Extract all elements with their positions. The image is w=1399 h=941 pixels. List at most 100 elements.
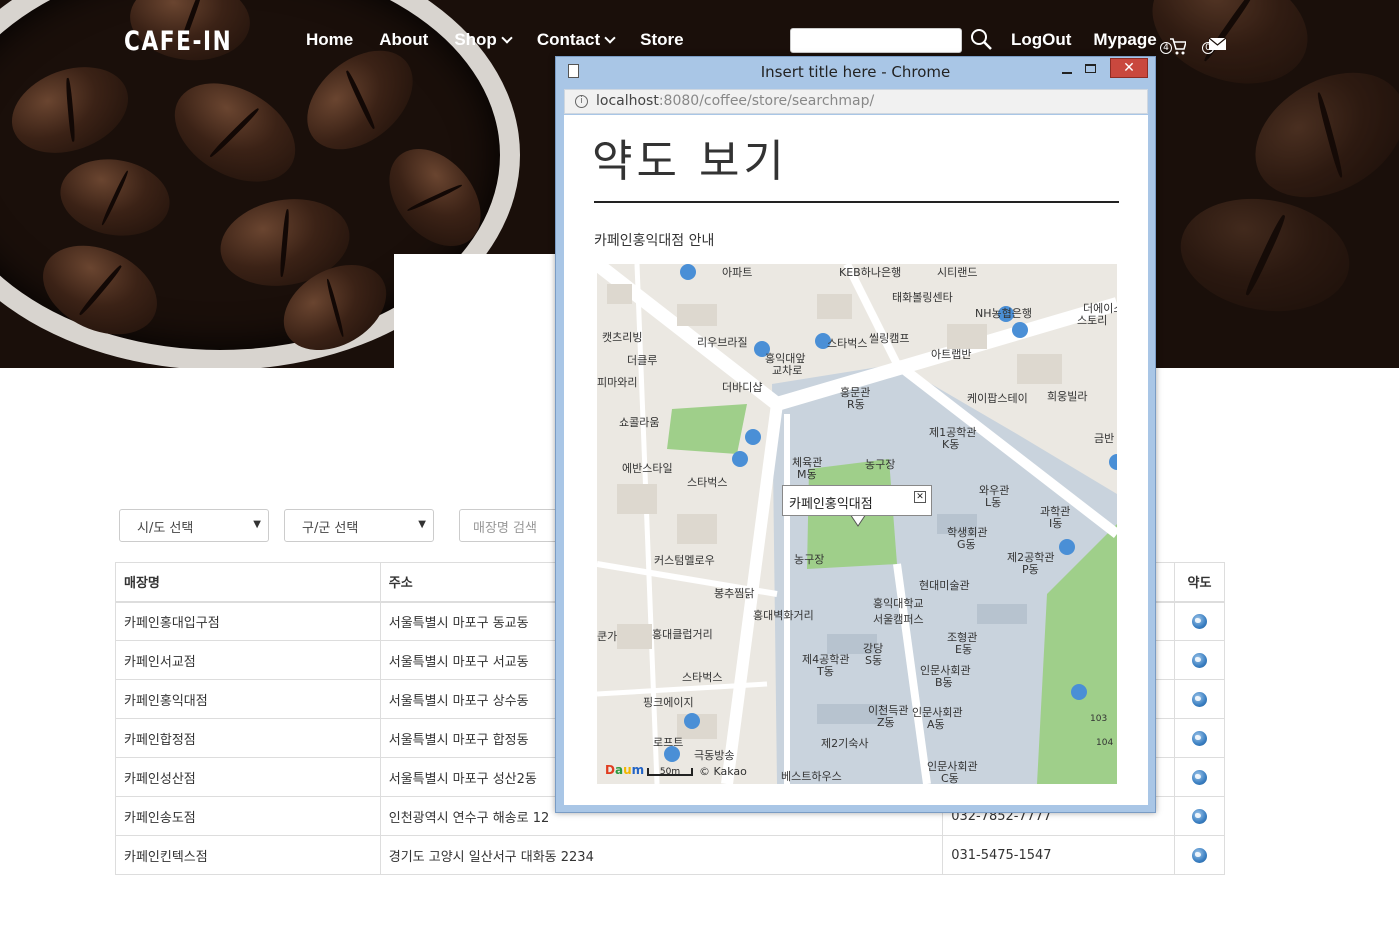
map-label: 홍익대학교 (873, 597, 924, 610)
maximize-button[interactable] (1085, 64, 1096, 73)
map-label: K동 (942, 438, 960, 451)
map-label: R동 (847, 398, 865, 411)
address-bar[interactable]: i localhost:8080/coffee/store/searchmap/ (564, 89, 1148, 114)
store-map[interactable]: KEB하나은행 태화볼링센타 NH농협은행 더에이스 스토리 캣츠리빙 리우브라… (597, 264, 1117, 784)
map-copyright: © Kakao (699, 765, 747, 778)
map-label: 농구장 (794, 553, 825, 566)
globe-icon[interactable] (1192, 847, 1207, 863)
map-label: 극동방송 (694, 749, 735, 762)
url-path: :8080/coffee/store/searchmap/ (658, 93, 875, 109)
store-address: 경기도 고양시 일산서구 대화동 2234 (379, 835, 944, 875)
close-icon[interactable]: ✕ (914, 491, 926, 503)
globe-icon[interactable] (1192, 730, 1207, 746)
nav-contact[interactable]: Contact (537, 30, 616, 50)
title-divider (594, 201, 1119, 203)
site-logo[interactable]: CAFE-IN (124, 26, 232, 57)
map-popup-window: Insert title here - Chrome ✕ i localhost:… (555, 56, 1156, 813)
close-button[interactable]: ✕ (1110, 58, 1148, 78)
store-name: 카페인홍익대점 (115, 679, 381, 719)
map-label: 캣츠리빙 (602, 331, 643, 344)
map-label: 시티랜드 (937, 266, 978, 279)
daum-logo: Daum (605, 763, 645, 777)
close-icon: ✕ (1123, 60, 1135, 76)
map-label: 홍대클럽거리 (652, 628, 713, 641)
user-links: LogOut Mypage (1011, 30, 1179, 50)
map-label: 홍대벽화거리 (753, 609, 814, 622)
map-label: 베스트하우스 (781, 770, 842, 783)
store-name: 카페인합정점 (115, 718, 381, 758)
map-label: KEB하나은행 (839, 266, 902, 279)
table-row: 카페인킨텍스점 경기도 고양시 일산서구 대화동 2234 031-5475-1… (115, 835, 1225, 875)
map-label: B동 (935, 676, 953, 689)
map-label: A동 (927, 718, 945, 731)
map-label: 서울캠퍼스 (873, 613, 924, 626)
map-label: 핑크에이지 (643, 696, 694, 709)
nav-store[interactable]: Store (640, 30, 683, 50)
bean-image (1171, 186, 1359, 324)
globe-icon[interactable] (1192, 613, 1207, 629)
store-name: 카페인성산점 (115, 757, 381, 797)
globe-icon[interactable] (1192, 652, 1207, 668)
map-label: M동 (797, 468, 817, 481)
map-label: 봉추찜닭 (714, 587, 755, 600)
gugun-select[interactable]: 구/군 선택 ▼ (284, 509, 434, 542)
url-host: localhost (596, 93, 659, 109)
map-label: 케이팝스테이 (967, 392, 1028, 405)
map-label: T동 (817, 665, 834, 678)
map-label: 금반 (1094, 432, 1115, 445)
map-label: 스타벅스 (687, 476, 728, 489)
popup-content: 약도 보기 카페인홍익대점 안내 KEB하나은행 태화볼링센타 NH농협은행 더… (564, 115, 1148, 805)
map-label: NH농협은행 (975, 307, 1032, 320)
sido-select[interactable]: 시/도 선택 ▼ (119, 509, 269, 542)
globe-icon[interactable] (1192, 691, 1207, 707)
map-label: 103 (1090, 714, 1108, 724)
store-name: 카페인서교점 (115, 640, 381, 680)
map-label: S동 (865, 654, 883, 667)
map-label: 쇼콜라움 (619, 416, 660, 429)
page-title: 약도 보기 (592, 136, 788, 187)
info-icon[interactable]: i (575, 94, 588, 108)
map-label: G동 (957, 538, 976, 551)
minimize-button[interactable] (1062, 72, 1072, 74)
map-label: P동 (1022, 563, 1039, 576)
search-icon[interactable] (970, 28, 992, 50)
cart-count-badge: 4 (1160, 42, 1172, 54)
header-search-input[interactable] (790, 28, 962, 53)
map-label: 태화볼링센타 (892, 291, 953, 304)
globe-icon[interactable] (1192, 808, 1207, 824)
map-label: E동 (955, 643, 973, 656)
map-label: 아파트 (722, 266, 753, 279)
store-name: 카페인송도점 (115, 796, 381, 836)
map-label: 농구장 (865, 458, 896, 471)
store-phone: 031-5475-1547 (942, 835, 1175, 875)
map-label: 더클루 (627, 354, 658, 367)
dropdown-arrow-icon: ▼ (253, 519, 261, 530)
content-overlap-panel (394, 254, 564, 368)
map-label: 리우브라질 (697, 336, 748, 349)
nav-about[interactable]: About (379, 30, 428, 50)
map-label: 희웅빌라 (1047, 390, 1088, 403)
main-nav: Home About Shop Contact Store (306, 30, 710, 50)
map-label: 에반스타일 (622, 462, 673, 475)
map-label: Z동 (877, 716, 895, 729)
map-label: 스토리 (1077, 314, 1108, 327)
map-info-window: 카페인홍익대점 ✕ (782, 485, 932, 516)
map-label: 현대미술관 (919, 579, 970, 592)
nav-shop[interactable]: Shop (454, 30, 513, 50)
col-header-name: 매장명 (115, 562, 381, 603)
mypage-link[interactable]: Mypage (1093, 30, 1156, 50)
map-label: 더바디샵 (722, 381, 763, 394)
store-name: 카페인킨텍스점 (115, 835, 381, 875)
map-label: 씰링캠프 (869, 332, 910, 345)
map-label: 스타벅스 (827, 337, 868, 350)
map-label: L동 (985, 496, 1002, 509)
nav-home[interactable]: Home (306, 30, 353, 50)
col-header-map: 약도 (1174, 562, 1225, 603)
chevron-down-icon (604, 31, 616, 44)
map-label: 교차로 (772, 364, 803, 377)
map-label: 제2기숙사 (821, 737, 869, 750)
store-guide-text: 카페인홍익대점 안내 (594, 233, 715, 249)
chevron-down-icon (501, 31, 513, 44)
globe-icon[interactable] (1192, 769, 1207, 785)
logout-link[interactable]: LogOut (1011, 30, 1071, 50)
